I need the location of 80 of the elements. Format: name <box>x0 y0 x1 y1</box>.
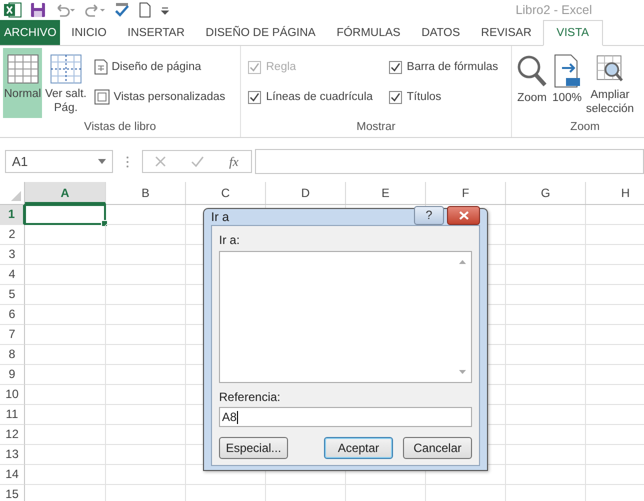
row-header[interactable]: 1 <box>0 205 25 225</box>
dialog-button[interactable]: Especial... <box>219 437 288 459</box>
ribbon-button[interactable]: Diseño de página <box>94 58 226 76</box>
dialog-button[interactable]: Cancelar <box>403 437 472 459</box>
select-all-icon[interactable] <box>11 191 21 201</box>
row-header[interactable]: 6 <box>0 305 25 325</box>
column-header[interactable]: C <box>186 182 266 204</box>
row-header[interactable]: 3 <box>0 245 25 265</box>
group-label: Vistas de libro <box>82 120 158 135</box>
ribbon-tab[interactable]: FÓRMULAS <box>326 20 410 45</box>
cancel-icon[interactable] <box>155 156 166 167</box>
reference-field[interactable]: A8 <box>219 407 472 427</box>
ribbon-button[interactable]: Ver salt. Pág. <box>44 48 88 118</box>
row-header[interactable]: 7 <box>0 325 25 345</box>
help-button[interactable]: ? <box>414 206 444 225</box>
column-header[interactable]: B <box>106 182 186 204</box>
ribbon-tab[interactable]: INSERTAR <box>118 20 195 45</box>
checkbox[interactable]: Líneas de cuadrícula <box>248 88 373 106</box>
ribbon-tab[interactable]: DATOS <box>411 20 470 45</box>
ribbon-button[interactable]: Normal <box>3 48 42 118</box>
name-box[interactable]: A1 <box>5 150 113 173</box>
ribbon-button[interactable]: 100% <box>551 48 583 118</box>
ribbon-tab[interactable]: VISTA <box>542 20 603 46</box>
column-header[interactable]: F <box>426 182 506 204</box>
group-label: Zoom <box>569 120 601 135</box>
row-header[interactable]: 11 <box>0 405 25 425</box>
checkbox-box[interactable] <box>248 90 261 104</box>
grid-view-icon <box>6 54 39 84</box>
ribbon-tab[interactable]: DISEÑO DE PÁGINA <box>196 20 326 45</box>
reference-list[interactable] <box>219 251 472 383</box>
row-header[interactable]: 14 <box>0 465 25 485</box>
reference-label: Referencia: <box>219 389 282 405</box>
column-header[interactable]: G <box>506 182 586 204</box>
page-layout-icon <box>94 59 108 75</box>
window-title: Libro2 - Excel <box>516 3 592 17</box>
dialog-button[interactable]: Aceptar <box>324 437 393 459</box>
ribbon-button[interactable]: Ampliar selección <box>585 48 635 118</box>
ribbon-button[interactable]: Vistas personalizadas <box>94 88 226 106</box>
ribbon-button[interactable]: Zoom <box>515 48 549 118</box>
excel-logo-icon[interactable] <box>4 2 22 18</box>
save-icon[interactable] <box>30 2 46 18</box>
ribbon-tab[interactable]: REVISAR <box>471 20 542 45</box>
column-header[interactable]: D <box>266 182 346 204</box>
column-header[interactable]: A <box>25 182 106 204</box>
row-header[interactable]: 5 <box>0 285 25 305</box>
checkbox[interactable]: Títulos <box>388 88 498 106</box>
formula-input[interactable] <box>255 149 644 174</box>
row-header[interactable]: 9 <box>0 365 25 385</box>
close-button[interactable] <box>447 206 480 225</box>
scroll-up-icon[interactable] <box>459 260 466 264</box>
row-header[interactable]: 12 <box>0 425 25 445</box>
row-header[interactable]: 4 <box>0 265 25 285</box>
insert-function-button[interactable]: fx <box>229 154 239 170</box>
grip-icon <box>126 156 129 168</box>
new-document-icon[interactable] <box>138 2 152 18</box>
ribbon-tab[interactable]: INICIO <box>61 20 117 45</box>
row-header[interactable]: 15 <box>0 485 25 501</box>
checkbox-box[interactable] <box>388 60 402 74</box>
group-label: Mostrar <box>356 120 396 135</box>
enter-icon[interactable] <box>191 156 204 167</box>
scroll-down-icon[interactable] <box>459 370 466 374</box>
row-header[interactable]: 2 <box>0 225 25 245</box>
dropdown-caret-icon <box>98 159 106 164</box>
checkbox-box[interactable] <box>388 90 402 104</box>
zoom-icon <box>516 54 548 88</box>
dialog-title: Ir a <box>211 210 230 224</box>
spelling-check-icon[interactable] <box>114 2 130 18</box>
redo-icon[interactable] <box>84 2 106 18</box>
close-icon <box>458 211 468 220</box>
page-arrow-icon <box>552 54 582 88</box>
ribbon-tab[interactable]: ARCHIVO <box>0 20 60 45</box>
row-header[interactable]: 8 <box>0 345 25 365</box>
list-label: Ir a: <box>219 232 241 248</box>
column-header[interactable]: H <box>586 182 644 204</box>
row-header[interactable]: 10 <box>0 385 25 405</box>
row-header[interactable]: 13 <box>0 445 25 465</box>
checkbox[interactable]: Barra de fórmulas <box>388 58 498 76</box>
page-break-icon <box>50 54 82 84</box>
custom-views-icon <box>94 89 110 105</box>
column-header[interactable]: E <box>346 182 426 204</box>
